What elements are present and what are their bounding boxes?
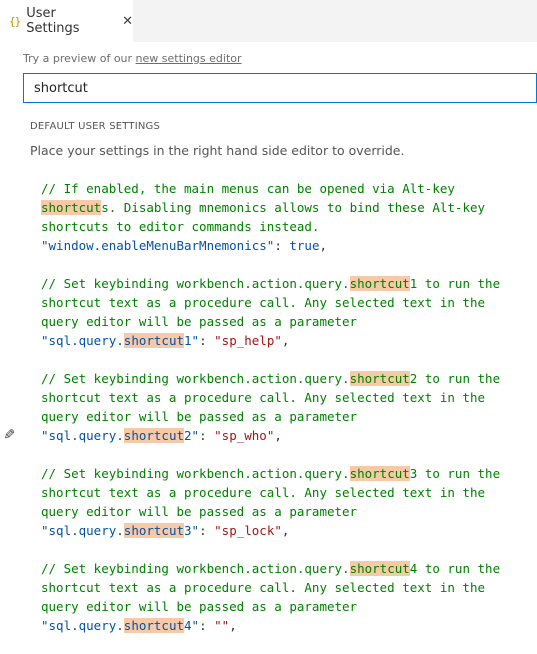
colon: : [199, 428, 215, 443]
setting-block: // Set keybinding workbench.action.query… [41, 464, 537, 540]
colon: : [199, 523, 215, 538]
comma: , [281, 333, 290, 348]
setting-block: // Set keybinding workbench.action.query… [41, 559, 537, 635]
comma: , [274, 428, 282, 443]
setting-key: "sql.query.shortcut2" [41, 428, 200, 443]
editor-tab-bar: {} User Settings ✕ [0, 0, 537, 42]
setting-block: // Set keybinding workbench.action.query… [41, 369, 537, 445]
json-braces-icon: {} [9, 14, 21, 28]
colon: : [199, 618, 215, 633]
setting-value: "" [214, 618, 230, 633]
comment-line: shortcut text as a procedure call. Any s… [41, 295, 486, 310]
settings-search-input[interactable] [24, 74, 536, 102]
comma: , [229, 618, 237, 633]
comma: , [319, 238, 328, 253]
search-match-highlight: shortcut [349, 561, 410, 576]
comment-line: shortcut text as a procedure call. Any s… [41, 485, 486, 500]
setting-key: "sql.query.shortcut1" [41, 333, 200, 348]
new-settings-editor-link[interactable]: new settings editor [136, 52, 242, 65]
section-header: DEFAULT USER SETTINGS [30, 121, 161, 132]
setting-key: "sql.query.shortcut4" [41, 618, 200, 633]
search-match-highlight: shortcut [123, 333, 185, 348]
comment-line: shortcuts. Disabling mnemonics allows to… [41, 200, 486, 215]
colon: : [274, 238, 290, 253]
preview-prefix: Try a preview of our [23, 52, 136, 65]
search-match-highlight: shortcut [349, 276, 410, 291]
setting-line[interactable]: "sql.query.shortcut2": "sp_who", [41, 426, 537, 445]
setting-line[interactable]: "sql.query.shortcut1": "sp_help", [41, 331, 537, 350]
comment-line: query editor will be passed as a paramet… [41, 599, 358, 614]
tab-title: User Settings [26, 6, 80, 36]
setting-block: // If enabled, the main menus can be ope… [41, 179, 537, 255]
comment-line: query editor will be passed as a paramet… [41, 409, 358, 424]
edit-pencil-icon[interactable]: ✎ [0, 428, 16, 440]
comment-line: query editor will be passed as a paramet… [41, 314, 358, 329]
setting-value: "sp_who" [214, 428, 275, 443]
setting-value: "sp_lock" [214, 523, 282, 538]
comment-line: shortcuts to editor commands instead. [41, 219, 320, 234]
search-match-highlight: shortcut [349, 371, 410, 386]
settings-search-box[interactable] [23, 73, 537, 103]
comment-line: shortcut text as a procedure call. Any s… [41, 390, 486, 405]
comment-line: // Set keybinding workbench.action.query… [41, 561, 501, 576]
comment-line: // Set keybinding workbench.action.query… [41, 371, 501, 386]
comment-line: // If enabled, the main menus can be ope… [41, 181, 455, 196]
comment-line: // Set keybinding workbench.action.query… [41, 466, 501, 481]
setting-line[interactable]: "sql.query.shortcut3": "sp_lock", [41, 521, 537, 540]
comment-line: query editor will be passed as a paramet… [41, 504, 358, 519]
setting-key: "window.enableMenuBarMnemonics" [41, 238, 275, 253]
default-settings-code[interactable]: // If enabled, the main menus can be ope… [41, 179, 537, 654]
search-match-highlight: shortcut [41, 200, 102, 215]
setting-block: // Set keybinding workbench.action.query… [41, 274, 537, 350]
search-match-highlight: shortcut [123, 618, 185, 633]
comma: , [281, 523, 290, 538]
settings-description: Place your settings in the right hand si… [30, 143, 405, 158]
settings-preview-line: Try a preview of our new settings editor [23, 52, 242, 65]
search-match-highlight: shortcut [123, 428, 185, 443]
search-match-highlight: shortcut [123, 523, 185, 538]
comment-line: shortcut text as a procedure call. Any s… [41, 580, 486, 595]
setting-line[interactable]: "sql.query.shortcut4": "", [41, 616, 537, 635]
setting-key: "sql.query.shortcut3" [41, 523, 200, 538]
close-icon[interactable]: ✕ [122, 14, 133, 29]
setting-value: true [289, 238, 320, 253]
search-match-highlight: shortcut [349, 466, 410, 481]
setting-value: "sp_help" [214, 333, 282, 348]
comment-line: // Set keybinding workbench.action.query… [41, 276, 501, 291]
tab-user-settings[interactable]: {} User Settings ✕ [0, 0, 133, 42]
colon: : [199, 333, 215, 348]
setting-line[interactable]: "window.enableMenuBarMnemonics": true, [41, 236, 537, 255]
